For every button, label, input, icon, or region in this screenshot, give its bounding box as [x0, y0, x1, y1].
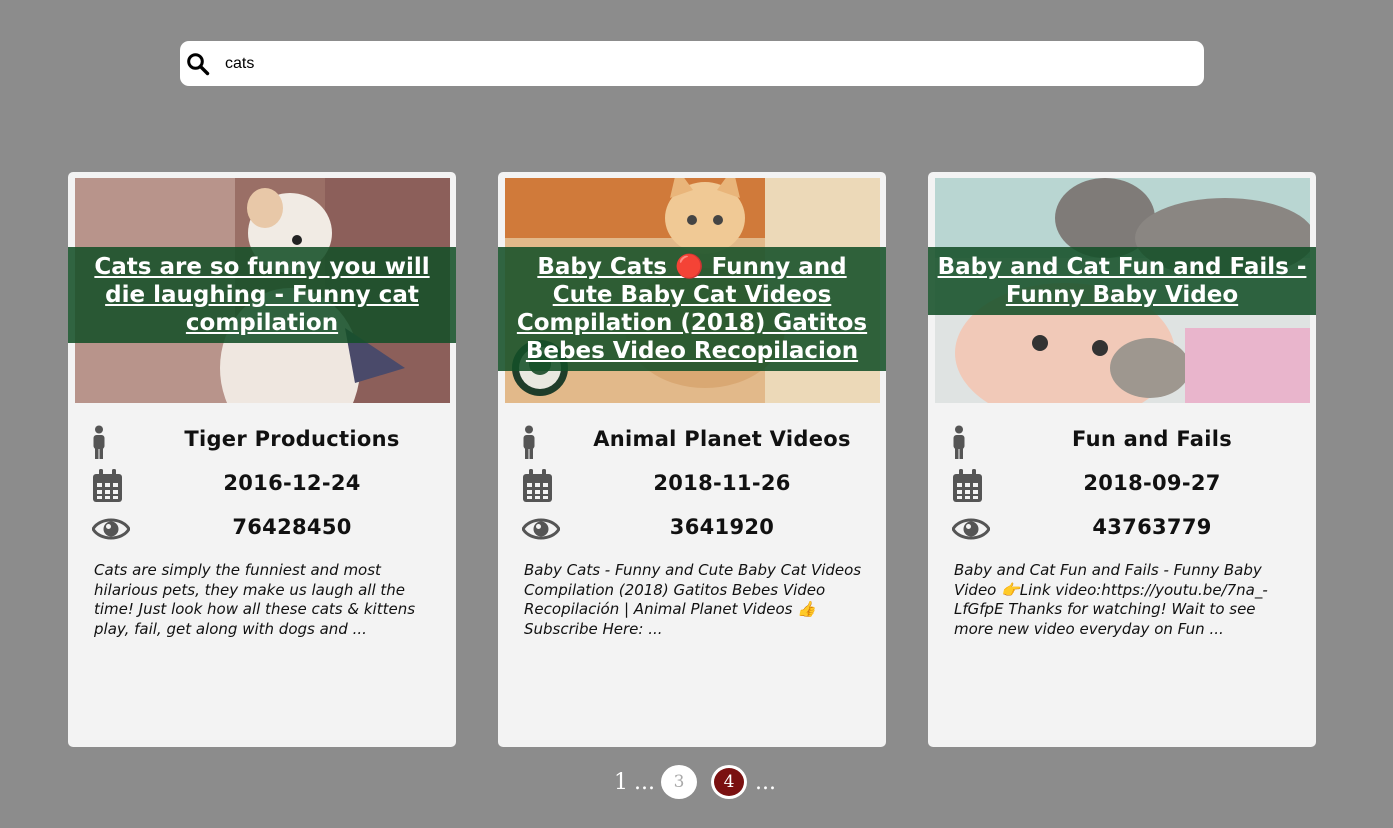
video-title-link[interactable]: Baby Cats 🔴 Funny and Cute Baby Cat Vide… — [517, 254, 867, 364]
date-row: 2018-09-27 — [928, 469, 1316, 509]
video-card: Baby and Cat Fun and Fails - Funny Baby … — [928, 172, 1316, 747]
page-ellipsis: ... — [754, 769, 776, 795]
channel-name: Fun and Fails — [1071, 427, 1233, 451]
person-icon — [523, 425, 535, 459]
date-row: 2018-11-26 — [498, 469, 886, 509]
video-title-band: Baby and Cat Fun and Fails - Funny Baby … — [928, 247, 1316, 315]
channel-name: Animal Planet Videos — [593, 427, 851, 451]
calendar-icon — [953, 469, 982, 502]
video-card: Cats are so funny you will die laughing … — [68, 172, 456, 747]
video-description: Cats are simply the funniest and most hi… — [94, 561, 416, 638]
channel-row: Tiger Productions — [68, 425, 456, 465]
search-input[interactable] — [225, 48, 1125, 79]
calendar-icon — [523, 469, 552, 502]
video-title-link[interactable]: Baby and Cat Fun and Fails - Funny Baby … — [938, 254, 1307, 308]
date-row: 2016-12-24 — [68, 469, 456, 509]
upload-date: 2016-12-24 — [223, 471, 361, 495]
view-count: 76428450 — [232, 515, 352, 539]
video-card: Baby Cats 🔴 Funny and Cute Baby Cat Vide… — [498, 172, 886, 747]
video-title-band: Baby Cats 🔴 Funny and Cute Baby Cat Vide… — [498, 247, 886, 371]
video-title-band: Cats are so funny you will die laughing … — [68, 247, 456, 343]
video-title-link[interactable]: Cats are so funny you will die laughing … — [94, 254, 429, 336]
view-count: 3641920 — [669, 515, 775, 539]
channel-name: Tiger Productions — [184, 427, 400, 451]
search-icon[interactable] — [186, 52, 210, 76]
page-first[interactable]: 1 — [614, 770, 628, 795]
calendar-icon — [93, 469, 122, 502]
channel-row: Animal Planet Videos — [498, 425, 886, 465]
video-description: Baby and Cat Fun and Fails - Funny Baby … — [954, 561, 1268, 638]
pagination: 1 ... 3 4 ... — [614, 765, 782, 799]
upload-date: 2018-11-26 — [653, 471, 791, 495]
person-icon — [93, 425, 105, 459]
page-ellipsis: ... — [634, 769, 655, 795]
channel-row: Fun and Fails — [928, 425, 1316, 465]
views-row: 76428450 — [68, 515, 456, 555]
view-count: 43763779 — [1092, 515, 1212, 539]
upload-date: 2018-09-27 — [1083, 471, 1221, 495]
eye-icon — [952, 518, 990, 540]
page-button[interactable]: 3 — [660, 765, 697, 799]
video-description: Baby Cats - Funny and Cute Baby Cat Vide… — [524, 561, 862, 638]
page-button-current[interactable]: 4 — [710, 765, 747, 799]
views-row: 43763779 — [928, 515, 1316, 555]
views-row: 3641920 — [498, 515, 886, 555]
eye-icon — [92, 518, 130, 540]
eye-icon — [522, 518, 560, 540]
person-icon — [953, 425, 965, 459]
search-bar — [180, 41, 1204, 86]
